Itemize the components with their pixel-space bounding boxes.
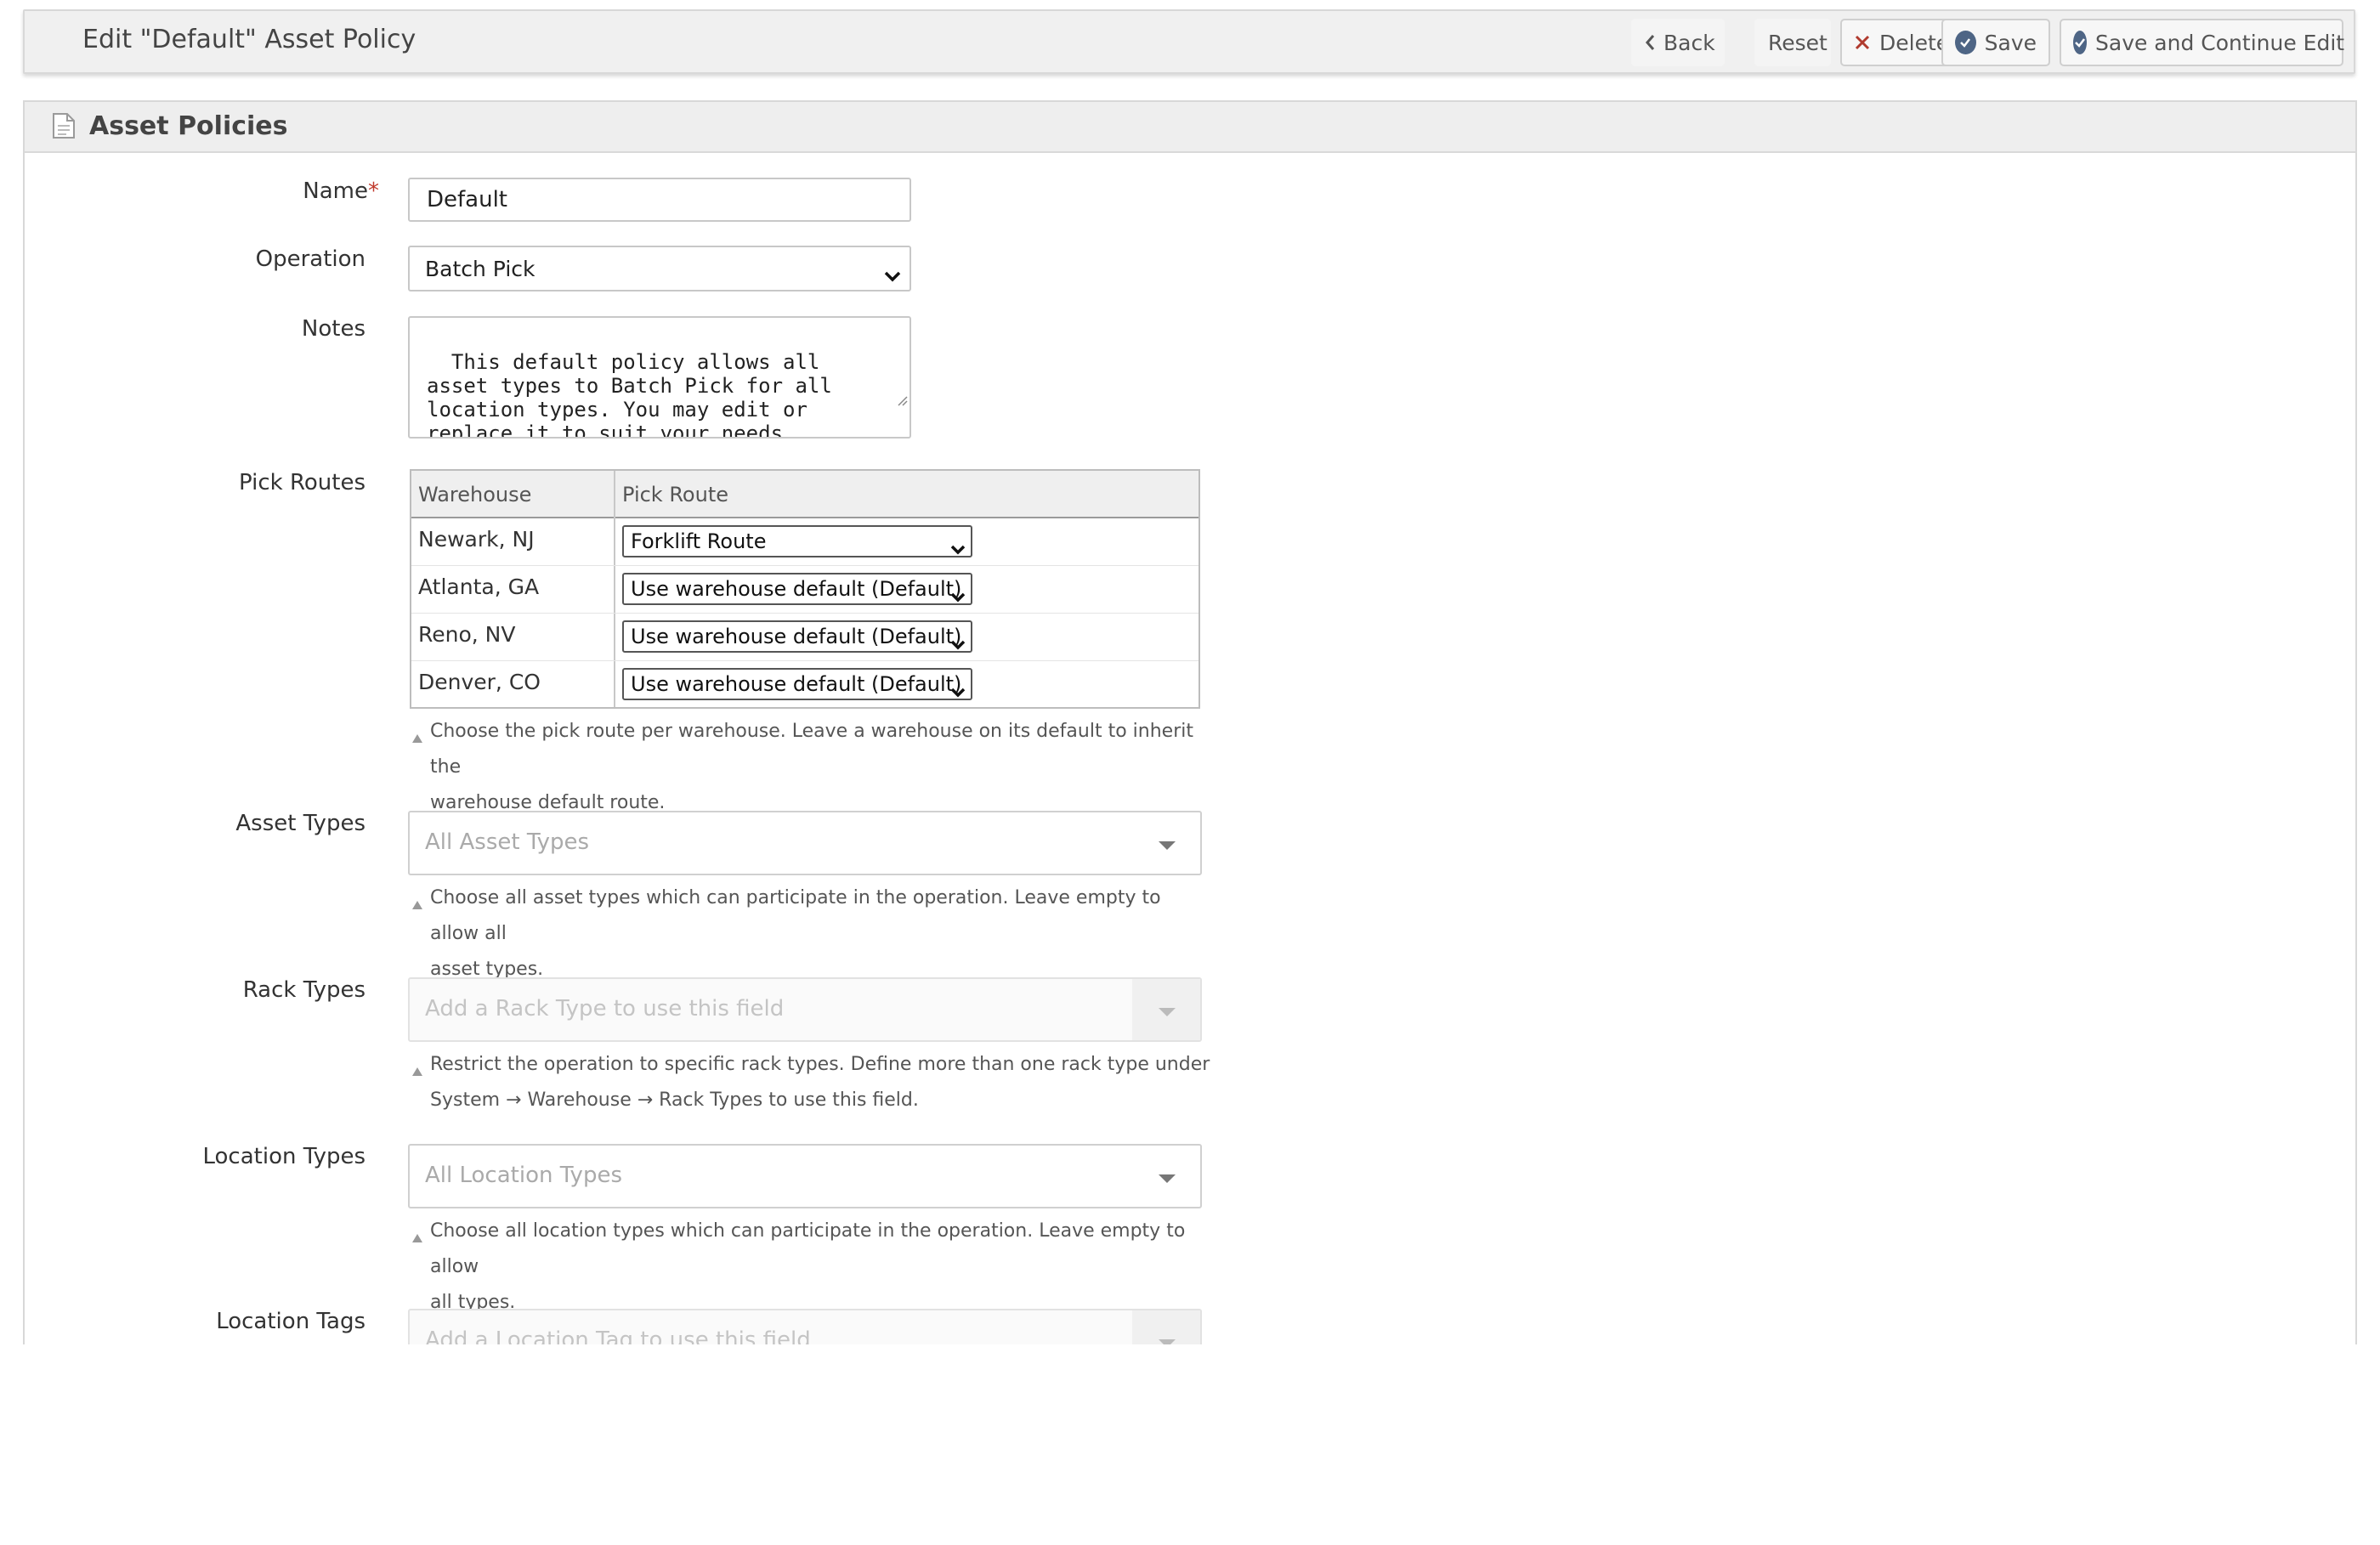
caret-down-icon [1158,1005,1176,1021]
help-text-line: Choose all location types which can part… [430,1220,1186,1277]
resize-handle-icon[interactable] [847,364,908,435]
warehouse-cell: Reno, NV [418,622,516,647]
notes-textarea-value: This default policy allows all asset typ… [427,350,845,439]
notes-label: Notes [301,316,366,342]
location-tags-combobox[interactable]: Add a Location Tag to use this field [408,1309,1202,1344]
caret-down-icon [1158,1171,1176,1187]
pick-route-select-value: Use warehouse default (Default) [631,672,962,696]
pick-routes-table: Warehouse Pick Route Newark, NJ Forklift… [410,469,1200,709]
column-header-warehouse: Warehouse [418,483,532,507]
location-types-combobox[interactable]: All Location Types [408,1144,1202,1208]
delete-button[interactable]: Delete [1840,19,1956,66]
operation-select-value: Batch Pick [425,257,536,281]
page-title: Edit "Default" Asset Policy [82,25,416,54]
name-label-text: Name [303,178,368,204]
pick-routes-help: Choose the pick route per warehouse. Lea… [411,714,1210,821]
pick-route-select[interactable]: Use warehouse default (Default) [622,620,972,653]
save-button[interactable]: Save [1941,19,2050,66]
pick-routes-table-header: Warehouse Pick Route [411,471,1198,518]
location-tags-placeholder: Add a Location Tag to use this field [425,1327,811,1344]
delete-button-label: Delete [1879,30,1950,55]
location-types-dropdown-toggle[interactable] [1132,1146,1200,1207]
rack-types-help: Restrict the operation to specific rack … [411,1047,1210,1118]
reset-button-label: Reset [1768,30,1828,55]
column-header-pick-route: Pick Route [622,483,729,507]
save-button-label: Save [1984,30,2037,55]
reset-button[interactable]: Reset [1754,19,1831,66]
pick-route-select[interactable]: Forklift Route [622,525,972,557]
asset-types-help: Choose all asset types which can partici… [411,880,1210,988]
chevron-down-icon [950,536,966,560]
close-icon [1854,34,1871,51]
pick-routes-label: Pick Routes [239,470,366,495]
pick-route-select-value: Forklift Route [631,529,767,553]
warehouse-cell: Newark, NJ [418,527,535,552]
operation-select[interactable]: Batch Pick [408,246,911,291]
page-header: Edit "Default" Asset Policy Back Reset D… [23,9,2355,74]
help-triangle-icon [411,887,423,923]
table-row: Newark, NJ Forklift Route [411,518,1198,566]
chevron-down-icon [950,584,966,608]
required-mark: * [368,178,379,204]
chevron-down-icon [950,679,966,703]
pick-route-select[interactable]: Use warehouse default (Default) [622,668,972,700]
table-row: Atlanta, GA Use warehouse default (Defau… [411,566,1198,614]
back-button-label: Back [1663,30,1715,55]
check-circle-icon [1955,31,1976,54]
help-text-line: Choose the pick route per warehouse. Lea… [430,721,1193,778]
help-triangle-icon [411,1054,423,1089]
help-text-line: Choose all asset types which can partici… [430,887,1161,944]
warehouse-cell: Atlanta, GA [418,574,540,599]
location-types-help: Choose all location types which can part… [411,1214,1210,1321]
warehouse-cell: Denver, CO [418,670,541,694]
rack-types-combobox[interactable]: Add a Rack Type to use this field [408,977,1202,1042]
name-label: Name* [303,178,379,204]
location-tags-clip: Add a Location Tag to use this field [408,1309,1204,1344]
pick-route-select[interactable]: Use warehouse default (Default) [622,573,972,605]
location-tags-label: Location Tags [216,1309,366,1334]
document-icon [52,112,76,143]
location-types-label: Location Types [202,1144,366,1169]
location-tags-dropdown-toggle[interactable] [1132,1310,1200,1344]
asset-types-label: Asset Types [235,811,366,836]
asset-types-dropdown-toggle[interactable] [1132,812,1200,874]
table-row: Denver, CO Use warehouse default (Defaul… [411,661,1198,709]
help-triangle-icon [411,1220,423,1256]
check-circle-icon [2073,31,2087,54]
panel-title: Asset Policies [89,111,288,141]
table-row: Reno, NV Use warehouse default (Default) [411,614,1198,661]
chevron-down-icon [950,631,966,655]
caret-down-icon [1158,1336,1176,1344]
asset-types-placeholder: All Asset Types [425,829,590,855]
name-input[interactable]: Default [408,178,911,222]
back-button[interactable]: Back [1631,19,1725,66]
rack-types-placeholder: Add a Rack Type to use this field [425,996,785,1022]
pick-route-select-value: Use warehouse default (Default) [631,625,962,648]
rack-types-label: Rack Types [242,977,366,1003]
help-text-line: Restrict the operation to specific rack … [430,1054,1210,1075]
chevron-down-icon [884,263,901,287]
operation-label: Operation [255,246,366,272]
location-types-placeholder: All Location Types [425,1163,622,1188]
help-triangle-icon [411,721,423,756]
help-text-line: System → Warehouse → Rack Types to use t… [430,1089,919,1111]
rack-types-dropdown-toggle[interactable] [1132,979,1200,1040]
save-continue-button[interactable]: Save and Continue Edit [2060,19,2345,66]
asset-types-combobox[interactable]: All Asset Types [408,811,1202,875]
pick-route-select-value: Use warehouse default (Default) [631,577,962,601]
notes-textarea[interactable]: This default policy allows all asset typ… [408,316,911,439]
caret-down-icon [1158,838,1176,854]
panel-header: Asset Policies [25,102,2355,153]
chevron-left-icon [1645,34,1655,51]
save-continue-button-label: Save and Continue Edit [2095,30,2345,55]
